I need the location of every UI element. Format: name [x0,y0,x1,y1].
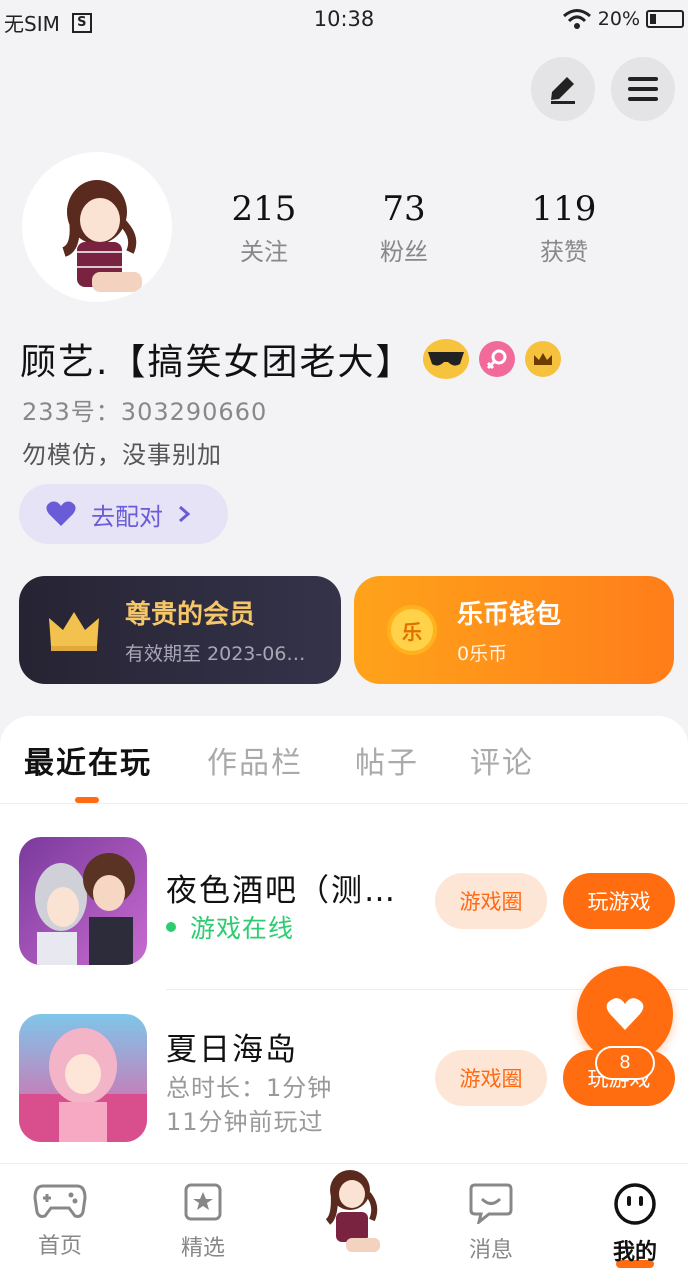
followers-label: 粉丝 [380,238,428,266]
crown-badge-icon [525,341,562,377]
hamburger-icon [628,77,658,101]
message-bubble-icon [469,1183,513,1226]
vip-membership-card[interactable]: 尊贵的会员 有效期至 2023-06… [19,576,341,684]
nav-label-me: 我的 [612,1240,657,1265]
battery-percent: 20% [597,8,640,30]
likes-label: 获赞 [540,238,588,266]
nav-label-home: 首页 [37,1234,82,1259]
game-status: 游戏在线 [190,914,295,943]
tab-posts[interactable]: 帖子 [355,738,419,782]
play-game-button[interactable]: 玩游戏 [563,873,675,929]
crown-icon [49,612,99,651]
following-label: 关注 [240,238,288,266]
pair-button-label: 去配对 [91,502,163,531]
edit-profile-button[interactable] [531,57,595,121]
game-circle-button[interactable]: 游戏圈 [435,873,547,929]
vip-expiry: 有效期至 2023-06… [125,643,306,665]
heart-icon [46,501,76,526]
pair-button[interactable]: 去配对 [19,484,228,544]
user-bio: 勿模仿，没事别加 [22,441,222,469]
following-stat[interactable]: 215 关注 [204,190,324,267]
vip-title: 尊贵的会员 [125,600,256,630]
wifi-icon [562,9,591,29]
wallet-balance: 0乐币 [457,643,508,665]
gamepad-icon [33,1184,87,1218]
pen-icon [551,77,575,104]
following-count: 215 [231,189,297,229]
profile-tabs: 最近在玩 作品栏 帖子 评论 [0,738,688,804]
menu-button[interactable] [611,57,675,121]
game-icon-night-bar [19,837,147,965]
game-title: 夏日海岛 [166,1032,298,1068]
followers-stat[interactable]: 73 粉丝 [344,190,464,267]
user-id: 233号：303290660 [22,398,268,426]
avatar[interactable] [22,152,172,302]
tab-recently-played[interactable]: 最近在玩 [24,738,152,782]
online-dot-icon [166,922,176,932]
game-total-time: 总时长：1分钟 [166,1074,333,1102]
active-tab-indicator [75,797,99,803]
character-avatar-icon [325,1170,380,1252]
sunglasses-emoji-icon [423,339,470,379]
followers-count: 73 [382,189,426,229]
likes-stat[interactable]: 119 获赞 [504,190,624,267]
nav-label-messages: 消息 [468,1238,513,1263]
nav-item-me[interactable]: 我的 [590,1182,680,1268]
coin-icon: 乐 [387,605,437,655]
star-box-icon [184,1183,222,1221]
center-avatar-button[interactable] [312,1160,392,1260]
female-gender-icon [479,341,516,377]
nav-item-home[interactable]: 首页 [15,1182,105,1260]
wallet-card[interactable]: 乐 乐币钱包 0乐币 [354,576,674,684]
battery-icon [646,10,684,28]
likes-count: 119 [531,189,597,229]
tab-works[interactable]: 作品栏 [207,738,303,782]
username: 顾艺.【搞笑女团老大】 [20,342,414,383]
list-item[interactable]: 夜色酒吧（测… 游戏在线 游戏圈 玩游戏 [0,825,688,975]
game-last-played: 11分钟前玩过 [166,1108,324,1136]
chevron-right-icon [179,505,191,523]
face-icon [614,1183,656,1225]
nav-item-featured[interactable]: 精选 [158,1182,248,1262]
avatar-character-image [61,180,142,292]
wallet-title: 乐币钱包 [457,600,562,630]
game-title: 夜色酒吧（测… [166,873,397,909]
status-bar: 无SIM S 10:38 20% [0,0,688,40]
heart-icon [606,998,644,1030]
nav-label-featured: 精选 [180,1236,225,1261]
game-icon-summer-island [19,1014,147,1142]
nav-item-messages[interactable]: 消息 [446,1182,536,1264]
tab-comments[interactable]: 评论 [470,738,534,782]
favorite-count-badge: 8 [595,1046,655,1080]
game-circle-button[interactable]: 游戏圈 [435,1050,547,1106]
